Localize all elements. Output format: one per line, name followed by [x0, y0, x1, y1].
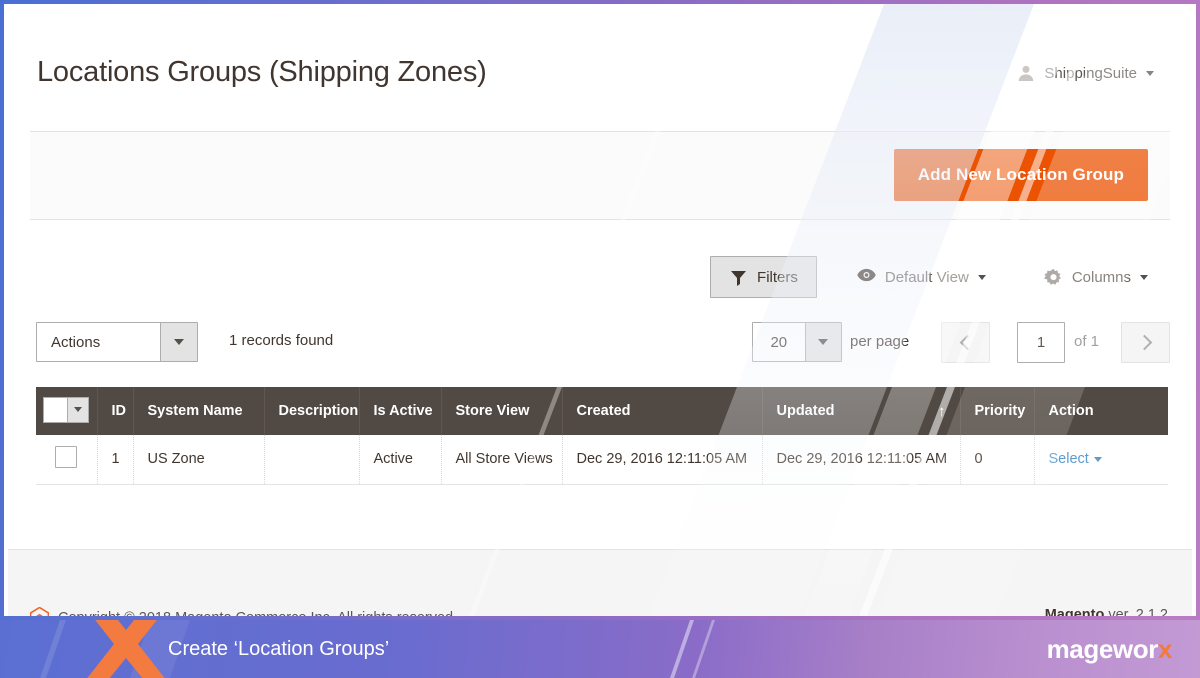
chevron-down-icon: [805, 323, 841, 361]
cell-is-active: Active: [359, 435, 441, 484]
grid-header-system-name[interactable]: System Name: [133, 387, 264, 435]
grid-controls-row: Actions 1 records found 20 per page 1 of…: [4, 322, 1196, 364]
grid-header-updated[interactable]: Updated ↑: [762, 387, 960, 435]
chevron-down-icon: [160, 323, 197, 361]
grid-header-is-active[interactable]: Is Active: [359, 387, 441, 435]
chevron-down-icon: [1094, 457, 1102, 462]
row-checkbox[interactable]: [55, 446, 77, 468]
per-page-value: 20: [753, 323, 805, 361]
marketing-banner: Create ‘Location Groups’ mageworx: [0, 620, 1200, 678]
grid-header-priority[interactable]: Priority: [960, 387, 1034, 435]
row-select-link[interactable]: Select: [1049, 451, 1102, 467]
mageworx-logo: mageworx: [1047, 620, 1172, 678]
cell-description: [264, 435, 359, 484]
gear-icon: [1044, 268, 1063, 287]
cell-system-name: US Zone: [133, 435, 264, 484]
per-page-select[interactable]: 20: [752, 322, 842, 362]
cell-priority: 0: [960, 435, 1034, 484]
default-view-label: Default View: [885, 269, 969, 286]
filters-button[interactable]: Filters: [710, 256, 817, 298]
per-page-label: per page: [850, 333, 909, 350]
row-checkbox-cell[interactable]: [36, 435, 97, 484]
x-mark-icon: [66, 620, 176, 678]
table-row[interactable]: 1 US Zone Active All Store Views Dec 29,…: [36, 435, 1168, 484]
grid-header-row: ID System Name Description Is Active Sto…: [36, 387, 1168, 435]
page-number-input[interactable]: 1: [1017, 322, 1065, 363]
records-found-label: 1 records found: [229, 332, 333, 349]
grid-header-description[interactable]: Description: [264, 387, 359, 435]
user-menu-label: ShippingSuite: [1044, 65, 1137, 82]
logo-accent-letter: x: [1158, 634, 1172, 664]
chevron-down-icon: [1146, 71, 1154, 76]
grid-header-updated-label: Updated: [777, 403, 835, 419]
default-view-dropdown[interactable]: Default View: [839, 256, 1004, 298]
next-page-button[interactable]: [1121, 322, 1170, 363]
cell-created: Dec 29, 2016 12:11:05 AM: [562, 435, 762, 484]
select-all-checkbox[interactable]: [44, 398, 67, 422]
copyright-notice: Copyright © 2018 Magento Commerce Inc. A…: [30, 607, 457, 616]
chevron-right-icon: [1136, 335, 1152, 351]
magento-version: Magento ver. 2.1.2: [1045, 607, 1168, 616]
grid-header-id[interactable]: ID: [97, 387, 133, 435]
select-all-checkbox-dropdown[interactable]: [43, 397, 89, 423]
magento-brand: Magento: [1045, 607, 1105, 616]
magento-home-icon: [30, 607, 49, 616]
grid-header-action: Action: [1034, 387, 1168, 435]
funnel-icon: [729, 268, 748, 287]
banner-caption: Create ‘Location Groups’: [168, 620, 389, 678]
actions-select[interactable]: Actions: [36, 322, 198, 362]
chevron-down-icon: [1140, 275, 1148, 280]
columns-label: Columns: [1072, 269, 1131, 286]
user-icon: [1017, 64, 1035, 82]
grid-header-created[interactable]: Created: [562, 387, 762, 435]
copyright-text: Copyright © 2018 Magento Commerce Inc. A…: [58, 610, 457, 617]
previous-page-button[interactable]: [941, 322, 990, 363]
page-header: Locations Groups (Shipping Zones) Shippi…: [30, 28, 1170, 132]
screenshot-root: Locations Groups (Shipping Zones) Shippi…: [0, 0, 1200, 678]
grid-header-checkbox[interactable]: [36, 387, 97, 435]
filters-label: Filters: [757, 269, 798, 286]
chevron-down-icon: [67, 398, 88, 422]
page-title: Locations Groups (Shipping Zones): [37, 56, 487, 89]
cell-id: 1: [97, 435, 133, 484]
cell-updated: Dec 29, 2016 12:11:05 AM: [762, 435, 960, 484]
grid-toolbar: Filters Default View: [710, 256, 1166, 298]
version-number: ver. 2.1.2: [1104, 607, 1168, 616]
chevron-down-icon: [978, 275, 986, 280]
eye-icon: [857, 268, 876, 287]
chevron-left-icon: [959, 335, 975, 351]
page-actions-strip: Add New Location Group: [30, 132, 1170, 220]
add-new-location-group-button[interactable]: Add New Location Group: [894, 149, 1148, 201]
magento-admin-screenshot: Locations Groups (Shipping Zones) Shippi…: [4, 4, 1196, 616]
user-menu[interactable]: ShippingSuite: [1017, 64, 1154, 82]
cell-action[interactable]: Select: [1034, 435, 1168, 484]
cell-store-view: All Store Views: [441, 435, 562, 484]
sort-ascending-icon: ↑: [938, 403, 946, 420]
admin-footer: Copyright © 2018 Magento Commerce Inc. A…: [8, 549, 1192, 616]
page-total-label: of 1: [1074, 333, 1099, 350]
columns-dropdown[interactable]: Columns: [1026, 256, 1166, 298]
logo-text: mageworx: [1047, 634, 1172, 665]
grid-header-store-view[interactable]: Store View: [441, 387, 562, 435]
actions-select-value: Actions: [37, 323, 160, 361]
location-groups-grid: ID System Name Description Is Active Sto…: [36, 387, 1168, 485]
row-select-label: Select: [1049, 451, 1089, 467]
